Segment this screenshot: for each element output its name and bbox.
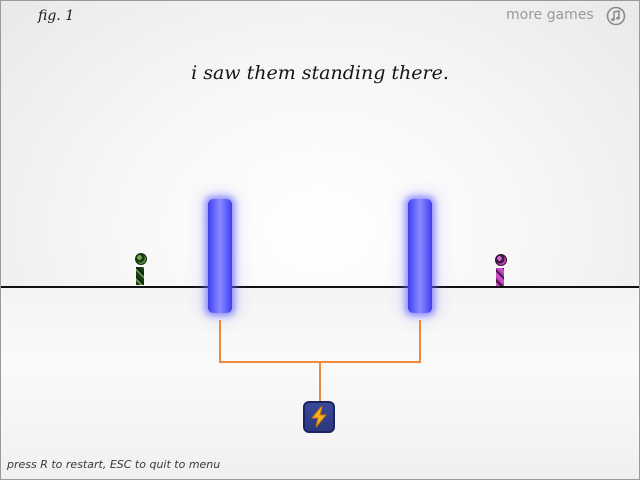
wire-right-drop	[419, 320, 421, 362]
figure-label: fig. 1	[38, 8, 75, 24]
pink-figure-body	[496, 268, 504, 286]
more-games-link[interactable]: more games	[506, 7, 594, 23]
pink-figure	[494, 254, 507, 286]
right-portal	[408, 199, 432, 313]
green-figure-body	[136, 267, 144, 285]
lightning-bolt-icon	[310, 406, 328, 428]
ground-line	[0, 286, 640, 288]
power-switch-button[interactable]	[303, 401, 335, 433]
left-portal	[208, 199, 232, 313]
controls-hint: press R to restart, ESC to quit to menu	[7, 458, 221, 471]
green-figure	[134, 253, 147, 285]
pink-figure-head	[495, 254, 507, 266]
wire-center-drop	[319, 361, 321, 401]
green-figure-head	[135, 253, 147, 265]
music-note-icon[interactable]	[606, 6, 626, 26]
wire-left-drop	[219, 320, 221, 362]
narration-text: i saw them standing there.	[191, 62, 449, 84]
